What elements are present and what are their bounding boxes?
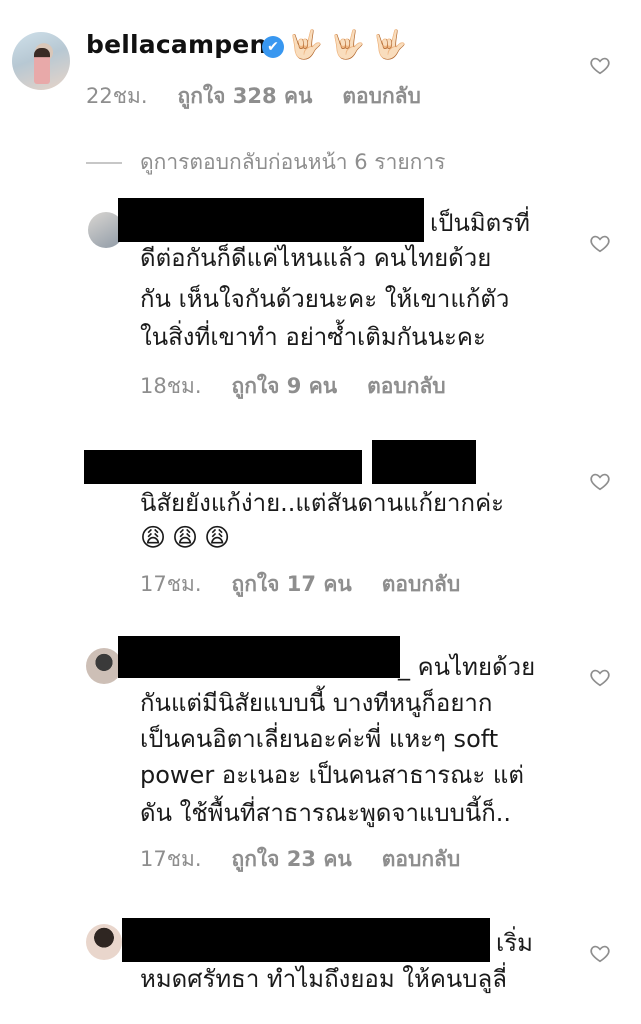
like-count[interactable]: ถูกใจ 328 คน xyxy=(178,80,313,113)
like-count[interactable]: ถูกใจ 9 คน xyxy=(232,370,338,403)
redacted-username xyxy=(118,198,424,242)
reply-button[interactable]: ตอบกลับ xyxy=(382,568,461,601)
redacted-username xyxy=(372,440,476,484)
reply-text-line: _ คนไทยด้วย xyxy=(398,653,536,681)
like-count[interactable]: ถูกใจ 17 คน xyxy=(232,568,352,601)
reply-text-line: เป็นคนอิตาเลี่ยนอะค่ะพี่ แหะๆ soft xyxy=(140,725,499,753)
like-heart-icon[interactable] xyxy=(589,232,611,254)
reply-text-line: นิสัยยังแก้ง่าย..แต่สันดานแก้ยากค่ะ xyxy=(140,489,505,517)
hand-emoji-2: 🤟🏻 xyxy=(330,28,365,61)
reply-avatar[interactable] xyxy=(86,924,122,960)
divider-line xyxy=(86,162,122,164)
view-previous-replies[interactable]: ดูการตอบกลับก่อนหน้า 6 รายการ xyxy=(86,146,445,179)
reply-button[interactable]: ตอบกลับ xyxy=(342,80,421,113)
like-heart-icon[interactable] xyxy=(589,942,611,964)
reply-button[interactable]: ตอบกลับ xyxy=(367,370,446,403)
redacted-username xyxy=(118,636,400,678)
redacted-username xyxy=(122,918,490,962)
owner-avatar[interactable] xyxy=(12,32,70,90)
reply-text-line: หมดศรัทธา ทำไมถึงยอม ให้คนบลูลี่ xyxy=(140,965,507,993)
reply-text-line: ดีต่อกันก็ดีแค่ไหนแล้ว คนไทยด้วย xyxy=(140,244,492,272)
verified-badge-icon: ✔ xyxy=(262,36,284,58)
tired-face-emojis: 😩😩😩 xyxy=(140,523,237,552)
redacted-username xyxy=(84,450,362,484)
view-previous-label[interactable]: ดูการตอบกลับก่อนหน้า 6 รายการ xyxy=(140,150,445,174)
like-heart-icon[interactable] xyxy=(589,54,611,76)
reply-text-line: กัน เห็นใจกันด้วยนะคะ ให้เขาแก้ตัว xyxy=(140,285,510,313)
owner-username[interactable]: bellacampen xyxy=(86,30,267,59)
comment-time: 17ชม. xyxy=(140,572,202,596)
reply-text-line: power อะเนอะ เป็นคนสาธารณะ แต่ xyxy=(140,761,524,789)
reply-text-line: เป็นมิตรที่ xyxy=(430,209,530,237)
reply-text-line: กันแต่มีนิสัยแบบนี้ บางทีหนูก็อยาก xyxy=(140,689,493,717)
reply-meta: 17ชม. ถูกใจ 23 คน ตอบกลับ xyxy=(140,843,490,876)
comment-time: 18ชม. xyxy=(140,374,202,398)
owner-meta: 22ชม. ถูกใจ 328 คน ตอบกลับ xyxy=(86,80,451,113)
reply-meta: 17ชม. ถูกใจ 17 คน ตอบกลับ xyxy=(140,568,490,601)
comment-time: 22ชม. xyxy=(86,84,148,108)
reply-avatar[interactable] xyxy=(86,648,122,684)
reply-button[interactable]: ตอบกลับ xyxy=(382,843,461,876)
reply-text-line: ดัน ใช้พื้นที่สาธารณะพูดจาแบบนี้ก็.. xyxy=(140,799,512,827)
like-count[interactable]: ถูกใจ 23 คน xyxy=(232,843,352,876)
comment-time: 17ชม. xyxy=(140,847,202,871)
reply-text-line: เริ่ม xyxy=(496,929,533,957)
reply-meta: 18ชม. ถูกใจ 9 คน ตอบกลับ xyxy=(140,370,476,403)
like-heart-icon[interactable] xyxy=(589,666,611,688)
hand-emoji-1: 🤟🏻 xyxy=(288,28,323,61)
reply-text-line: ในสิ่งที่เขาทำ อย่าซ้ำเติมกันนะคะ xyxy=(140,323,486,351)
like-heart-icon[interactable] xyxy=(589,470,611,492)
hand-emoji-3: 🤟🏻 xyxy=(372,28,407,61)
